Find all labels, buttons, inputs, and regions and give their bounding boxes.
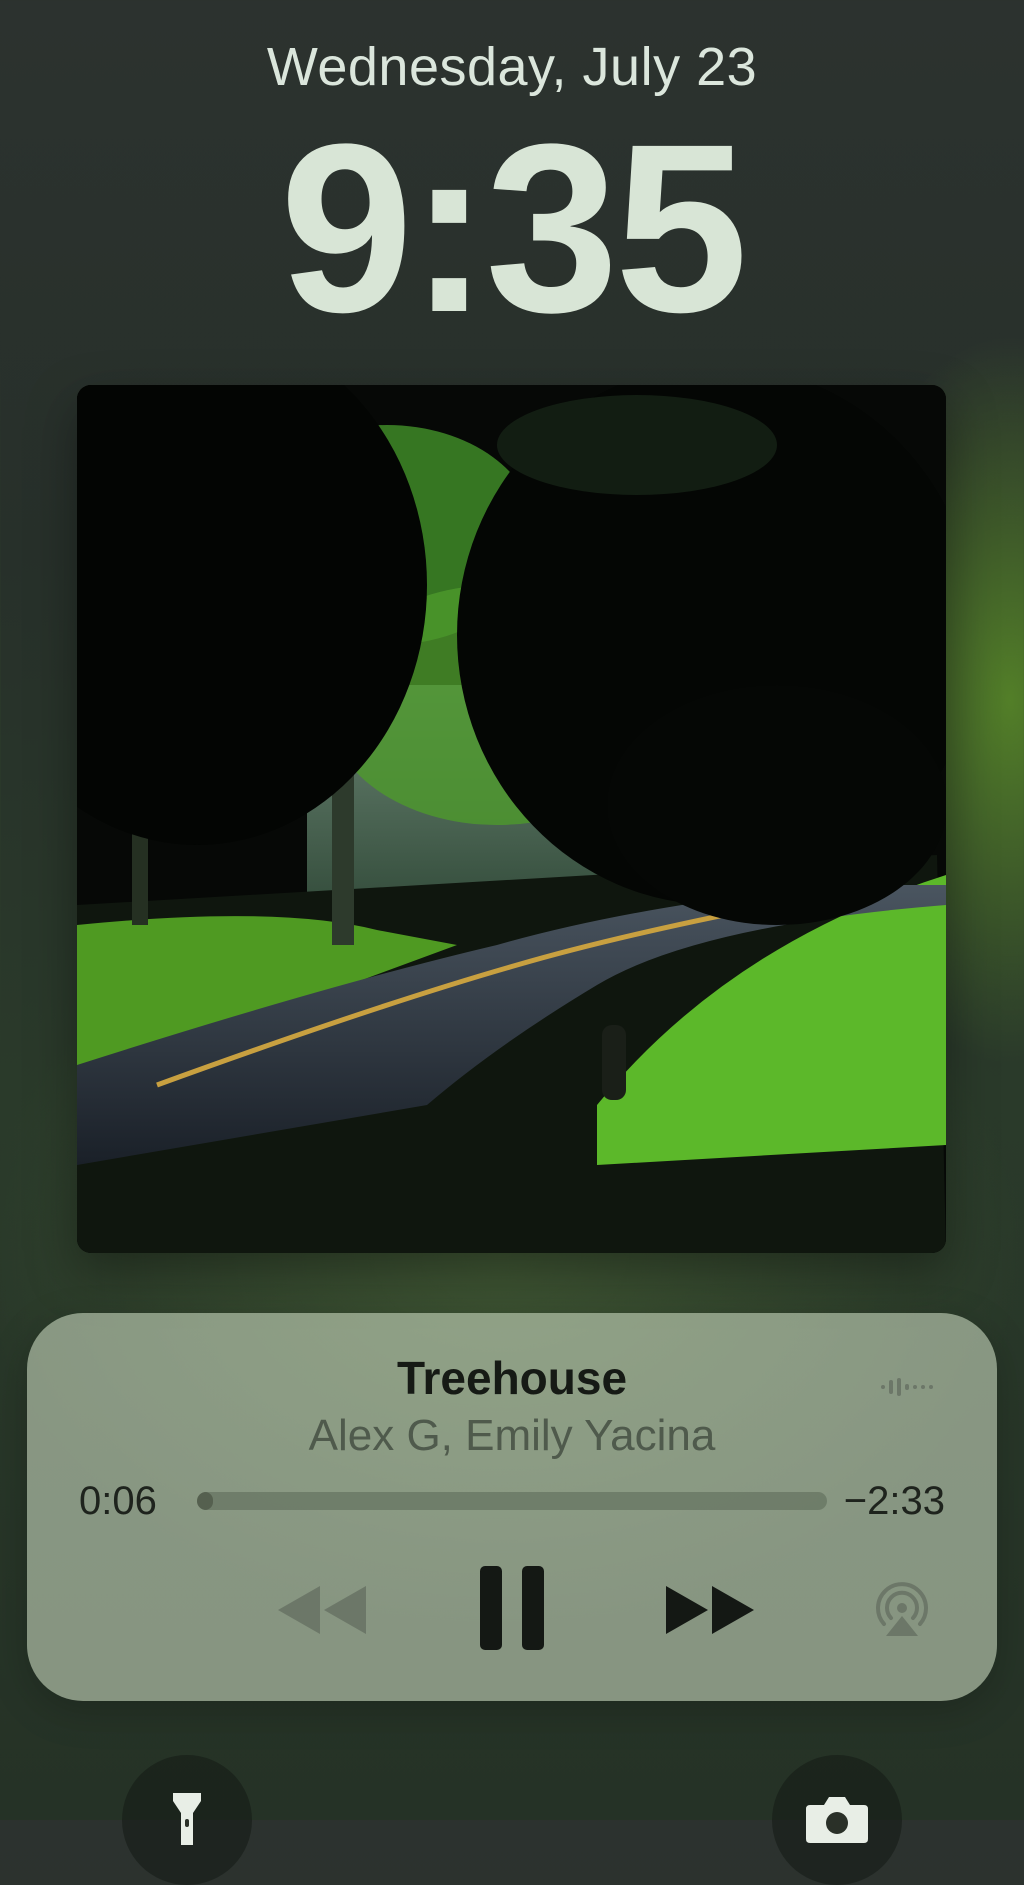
- playback-scrubber[interactable]: [197, 1492, 827, 1510]
- fast-forward-icon: [666, 1586, 754, 1634]
- elapsed-time: 0:06: [79, 1479, 157, 1523]
- lock-screen-clock: 9:35: [279, 94, 748, 362]
- pause-icon: [480, 1566, 544, 1650]
- now-playing-widget[interactable]: Treehouse Alex G, Emily Yacina 0:06 −2:3…: [27, 1313, 997, 1701]
- waveform-icon: [879, 1375, 935, 1404]
- pause-button[interactable]: [467, 1558, 557, 1658]
- lock-screen-date: Wednesday, July 23: [266, 37, 758, 97]
- rewind-icon: [278, 1586, 366, 1634]
- airplay-button[interactable]: [867, 1575, 937, 1645]
- airplay-icon: [876, 1582, 928, 1636]
- remaining-time: −2:33: [843, 1479, 945, 1523]
- playback-progress-fill: [197, 1492, 213, 1510]
- fast-forward-button[interactable]: [657, 1570, 767, 1650]
- song-artist: Alex G, Emily Yacina: [308, 1411, 716, 1460]
- rewind-button[interactable]: [265, 1570, 375, 1650]
- flashlight-button[interactable]: [122, 1755, 252, 1885]
- camera-icon: [806, 1797, 868, 1843]
- album-artwork: [77, 385, 946, 1253]
- flashlight-icon: [173, 1793, 201, 1845]
- camera-button[interactable]: [772, 1755, 902, 1885]
- song-title: Treehouse: [396, 1352, 628, 1404]
